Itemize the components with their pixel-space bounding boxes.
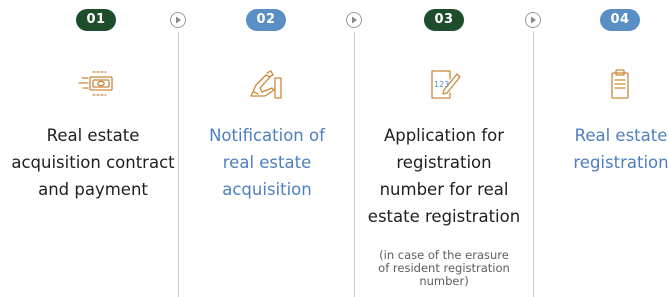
step-title-line: and payment — [38, 180, 148, 199]
step-title-line: real estate — [222, 153, 312, 172]
step-number-badge: 04 — [600, 9, 640, 31]
step-4: 04 Real estate registration — [531, 0, 669, 297]
step-title: Notification of real estate acquisition — [177, 122, 357, 203]
step-title: Real estate acquisition contract and pay… — [3, 122, 183, 203]
step-number-badge: 03 — [424, 9, 464, 31]
svg-text:123: 123 — [434, 80, 449, 89]
hand-writing-icon — [246, 66, 286, 102]
step-title-line: estate registration — [367, 207, 521, 226]
step-title-line: acquisition — [222, 180, 312, 199]
step-3: 03 123 Application for registration numb… — [354, 0, 534, 297]
step-title: Application for registration number for … — [354, 122, 534, 230]
step-note: (in case of the erasure of resident regi… — [354, 249, 534, 288]
step-title-line: Notification of — [209, 126, 325, 145]
number-form-icon: 123 — [424, 66, 464, 102]
clipboard-icon — [600, 66, 640, 102]
step-title-line: registration — [396, 153, 492, 172]
step-title-line: Real estate — [46, 126, 140, 145]
process-diagram: 01 Real estate acquisition contract and … — [0, 0, 669, 297]
step-note-line: number) — [419, 274, 469, 288]
step-1: 01 Real estate acquisition contract and … — [3, 0, 183, 297]
step-title-line: Real estate — [574, 126, 668, 145]
step-title-line: acquisition contract — [11, 153, 175, 172]
step-title-line: number for real — [379, 180, 509, 199]
step-title-line: registration — [573, 153, 669, 172]
step-2: 02 Notification of real estate acquisiti… — [177, 0, 357, 297]
step-title: Real estate registration — [531, 122, 669, 176]
step-number-badge: 02 — [246, 9, 286, 31]
step-number-badge: 01 — [76, 9, 116, 31]
money-bill-icon — [76, 66, 116, 102]
step-title-line: Application for — [383, 126, 505, 145]
